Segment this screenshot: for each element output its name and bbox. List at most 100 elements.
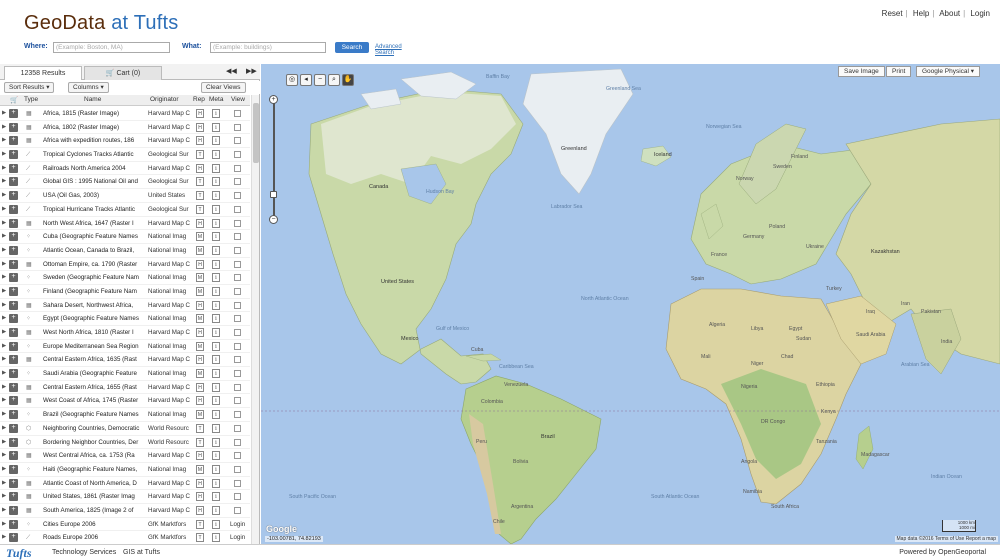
view-checkbox[interactable] [234,411,241,419]
pan-left-icon[interactable]: ◂ [300,74,312,86]
table-row[interactable]: ▶ + ▦ Africa, 1802 (Raster Image) Harvard Ma… [0,121,250,135]
metadata-info-icon[interactable]: i [212,328,220,337]
metadata-info-icon[interactable]: i [212,300,220,310]
add-to-cart-icon[interactable]: + [9,519,18,529]
table-row[interactable]: ▶ + ⁘ Atlantic Ocean, Canada to Brazil, Nati… [0,244,250,258]
add-to-cart-icon[interactable]: + [9,136,18,146]
metadata-info-icon[interactable]: i [212,464,220,474]
expand-row-icon[interactable]: ▶ [2,370,7,376]
metadata-info-icon[interactable]: i [212,533,220,543]
table-row[interactable]: ▶ + ▦ South America, 1825 (Image 2 of Harvar… [0,504,250,518]
add-to-cart-icon[interactable]: + [9,492,18,502]
reset-link[interactable]: Reset [882,9,903,18]
view-checkbox[interactable] [234,233,241,241]
layer-name[interactable]: North West Africa, 1647 (Raster I [43,220,144,227]
metadata-info-icon[interactable]: i [212,314,220,324]
results-scrollbar[interactable] [251,95,259,545]
clear-views-button[interactable]: Clear Views [201,82,246,93]
expand-row-icon[interactable]: ▶ [2,137,7,143]
layer-name[interactable]: Africa, 1802 (Raster Image) [43,124,144,131]
table-row[interactable]: ▶ + ⁘ Europe Mediterranean Sea Region Nation… [0,340,250,354]
layer-name[interactable]: Haiti (Geographic Feature Names, [43,466,144,473]
expand-row-icon[interactable]: ▶ [2,124,7,130]
tab-results[interactable]: 12358 Results [4,66,82,80]
add-to-cart-icon[interactable]: + [9,232,18,242]
help-link[interactable]: Help [913,9,929,18]
view-checkbox[interactable] [234,151,241,159]
expand-row-icon[interactable]: ▶ [2,329,7,335]
add-to-cart-icon[interactable]: + [9,382,18,392]
globe-icon[interactable]: ◎ [286,74,298,86]
add-to-cart-icon[interactable]: + [9,191,18,201]
metadata-info-icon[interactable]: i [212,163,220,173]
metadata-info-icon[interactable]: i [212,437,220,447]
columns-button[interactable]: Columns ▾ [68,82,109,93]
hand-icon[interactable]: ✋ [342,74,354,86]
add-to-cart-icon[interactable]: + [9,369,18,379]
map-view[interactable]: Greenland Iceland Canada United States Mexic… [261,64,1000,544]
collapse-panel-button[interactable]: ◀◀ [226,67,237,75]
layer-name[interactable]: Europe Mediterranean Sea Region [43,343,144,350]
add-to-cart-icon[interactable]: + [9,328,18,337]
expand-row-icon[interactable]: ▶ [2,452,7,458]
table-row[interactable]: ▶ + ▦ West North Africa, 1810 (Raster I Harv… [0,326,250,340]
metadata-info-icon[interactable]: i [212,232,220,242]
layer-name[interactable]: Brazil (Geographic Feature Names [43,411,144,418]
table-row[interactable]: ▶ + ▦ United States, 1861 (Raster Imag Harva… [0,490,250,504]
expand-row-icon[interactable]: ▶ [2,343,7,349]
add-to-cart-icon[interactable]: + [9,533,18,543]
metadata-info-icon[interactable]: i [212,122,220,132]
expand-row-icon[interactable]: ▶ [2,315,7,321]
expand-row-icon[interactable]: ▶ [2,261,7,267]
layer-name[interactable]: Roads Europe 2006 [43,534,144,541]
col-name[interactable]: Name [84,96,101,103]
expand-row-icon[interactable]: ▶ [2,274,7,280]
layer-name[interactable]: Railroads North America 2004 [43,165,144,172]
layer-name[interactable]: Bordering Neighbor Countries, Der [43,439,144,446]
table-row[interactable]: ▶ + ▦ Central Eastern Africa, 1635 (Rast Har… [0,353,250,368]
view-checkbox[interactable] [234,452,241,460]
metadata-info-icon[interactable]: i [212,273,220,283]
layer-name[interactable]: Cities Europe 2006 [43,521,144,528]
basemap-select[interactable]: Google Physical ▾ [916,66,981,77]
layer-name[interactable]: Central Eastern Africa, 1655 (Rast [43,384,144,391]
expand-row-icon[interactable]: ▶ [2,439,7,445]
layer-name[interactable]: Central Eastern Africa, 1635 (Rast [43,356,144,363]
add-to-cart-icon[interactable]: + [9,464,18,474]
advanced-search-link[interactable]: Advanced Search [375,44,402,56]
expand-row-icon[interactable]: ▶ [2,247,7,253]
add-to-cart-icon[interactable]: + [9,423,18,433]
expand-row-icon[interactable]: ▶ [2,356,7,362]
expand-row-icon[interactable]: ▶ [2,411,7,417]
add-to-cart-icon[interactable]: + [9,273,18,283]
expand-row-icon[interactable]: ▶ [2,110,7,116]
metadata-info-icon[interactable]: i [212,191,220,201]
view-checkbox[interactable] [234,370,241,378]
expand-row-icon[interactable]: ▶ [2,220,7,226]
zoom-slider[interactable] [273,99,275,221]
metadata-info-icon[interactable]: i [212,204,220,214]
metadata-info-icon[interactable]: i [212,286,220,296]
metadata-info-icon[interactable]: i [212,423,220,433]
layer-name[interactable]: West Central Africa, ca. 1753 (Ra [43,452,144,459]
metadata-info-icon[interactable]: i [212,369,220,379]
layer-name[interactable]: Tropical Hurricane Tracks Atlantic [43,206,144,213]
table-row[interactable]: ▶ + ⟋ Roads Europe 2006 GfK Marktfors Ti Login [0,531,250,545]
gis-at-tufts-link[interactable]: GIS at Tufts [123,549,160,556]
layer-name[interactable]: Egypt (Geographic Feature Names [43,315,144,322]
view-checkbox[interactable] [234,274,241,282]
layer-name[interactable]: USA (Oil Gas, 2003) [43,192,144,199]
view-checkbox[interactable] [234,219,241,227]
table-row[interactable]: ▶ + ▦ Atlantic Coast of North America, D Har… [0,477,250,491]
expand-row-icon[interactable]: ▶ [2,480,7,486]
add-to-cart-icon[interactable]: + [9,437,18,447]
tab-cart[interactable]: 🛒 Cart (0) [84,66,162,80]
table-row[interactable]: ▶ + ⁘ Sweden (Geographic Feature Nam Nationa… [0,271,250,285]
metadata-info-icon[interactable]: i [212,478,220,488]
metadata-info-icon[interactable]: i [212,519,220,529]
layer-name[interactable]: Neighboring Countries, Democratic [43,425,144,432]
add-to-cart-icon[interactable]: + [9,410,18,420]
view-checkbox[interactable] [234,260,241,268]
metadata-info-icon[interactable]: i [212,492,220,502]
add-to-cart-icon[interactable]: + [9,204,18,214]
